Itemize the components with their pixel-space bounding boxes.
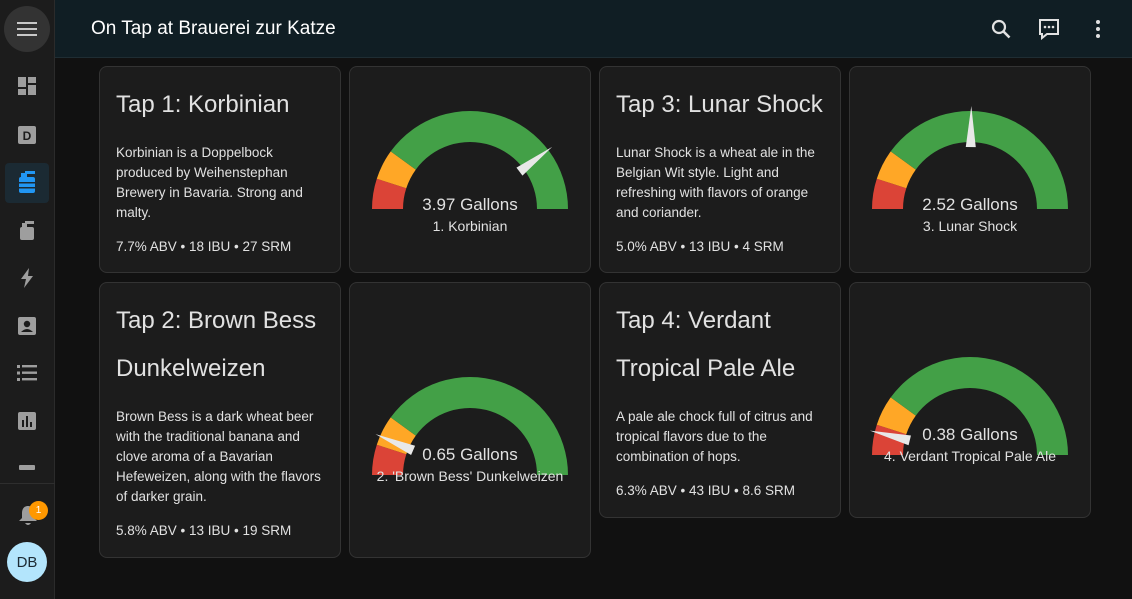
gauge-name: 1. Korbinian bbox=[432, 218, 508, 234]
gauge bbox=[372, 377, 568, 475]
energy-icon[interactable] bbox=[5, 258, 49, 298]
tap-title: Tap 2: Brown Bess bbox=[116, 307, 317, 334]
contact-card-icon[interactable] bbox=[5, 306, 49, 346]
tap-title: Tap 4: Verdant bbox=[616, 307, 771, 334]
gauge-name: 4. Verdant Tropical Pale Ale bbox=[884, 448, 1056, 464]
tray-icon[interactable] bbox=[5, 448, 49, 488]
tap-stats: 7.7% ABV • 18 IBU • 27 SRM bbox=[116, 239, 292, 254]
more-vert-icon[interactable] bbox=[1082, 13, 1114, 45]
gauge-card[interactable]: 0.38 Gallons 4. Verdant Tropical Pale Al… bbox=[849, 282, 1091, 518]
tap-stats: 6.3% ABV • 43 IBU • 8.6 SRM bbox=[616, 483, 796, 498]
gauge-card[interactable]: 0.65 Gallons 2. 'Brown Bess' Dunkelweize… bbox=[349, 282, 591, 558]
list-icon[interactable] bbox=[5, 353, 49, 393]
tap-description: A pale ale chock full of citrus and trop… bbox=[616, 409, 813, 464]
tap-title: Tap 3: Lunar Shock bbox=[616, 91, 823, 118]
tap-info-card: Tap 2: Brown Bess Dunkelweizen Brown Bes… bbox=[99, 282, 341, 558]
gauge-card[interactable]: 2.52 Gallons 3. Lunar Shock bbox=[849, 66, 1091, 273]
dashboard-icon[interactable] bbox=[5, 66, 49, 106]
tap-icon[interactable] bbox=[5, 211, 49, 251]
svg-text:D: D bbox=[23, 129, 32, 143]
tap-description: Brown Bess is a dark wheat beer with the… bbox=[116, 409, 321, 504]
sidebar-divider bbox=[0, 483, 55, 484]
menu-icon[interactable] bbox=[4, 6, 50, 52]
d-letter-icon[interactable]: D bbox=[5, 115, 49, 155]
gauge-card[interactable]: 3.97 Gallons 1. Korbinian bbox=[349, 66, 591, 273]
avatar[interactable]: DB bbox=[7, 542, 47, 582]
tap-info-card: Tap 4: Verdant Tropical Pale Ale A pale … bbox=[599, 282, 841, 518]
page-title: On Tap at Brauerei zur Katze bbox=[91, 18, 336, 39]
top-app-bar: On Tap at Brauerei zur Katze bbox=[55, 0, 1132, 58]
assist-icon[interactable] bbox=[1033, 13, 1065, 45]
tap-stats: 5.8% ABV • 13 IBU • 19 SRM bbox=[116, 523, 292, 538]
gauge-value: 3.97 Gallons bbox=[422, 195, 518, 214]
tap-title-line2: Tropical Pale Ale bbox=[616, 355, 796, 382]
gauge-name: 2. 'Brown Bess' Dunkelweizen bbox=[376, 468, 564, 484]
gauge-value: 0.65 Gallons bbox=[422, 445, 518, 464]
sidebar: D 1 DB bbox=[0, 0, 55, 599]
keg-icon[interactable] bbox=[5, 163, 49, 203]
tap-title: Tap 1: Korbinian bbox=[116, 91, 290, 118]
tap-title-line2: Dunkelweizen bbox=[116, 355, 266, 382]
gauge bbox=[869, 357, 1068, 455]
notification-badge: 1 bbox=[29, 501, 48, 520]
tap-description: Korbinian is a Doppelbock produced by We… bbox=[116, 145, 303, 220]
chart-icon[interactable] bbox=[5, 401, 49, 441]
tap-info-card: Tap 3: Lunar Shock Lunar Shock is a whea… bbox=[599, 66, 841, 273]
search-icon[interactable] bbox=[985, 13, 1017, 45]
gauge-name: 3. Lunar Shock bbox=[922, 218, 1018, 234]
gauge-value: 2.52 Gallons bbox=[922, 195, 1018, 214]
gauge-value: 0.38 Gallons bbox=[922, 425, 1018, 444]
tap-info-card: Tap 1: Korbinian Korbinian is a Doppelbo… bbox=[99, 66, 341, 273]
tap-stats: 5.0% ABV • 13 IBU • 4 SRM bbox=[616, 239, 784, 254]
tap-description: Lunar Shock is a wheat ale in the Belgia… bbox=[616, 145, 815, 220]
